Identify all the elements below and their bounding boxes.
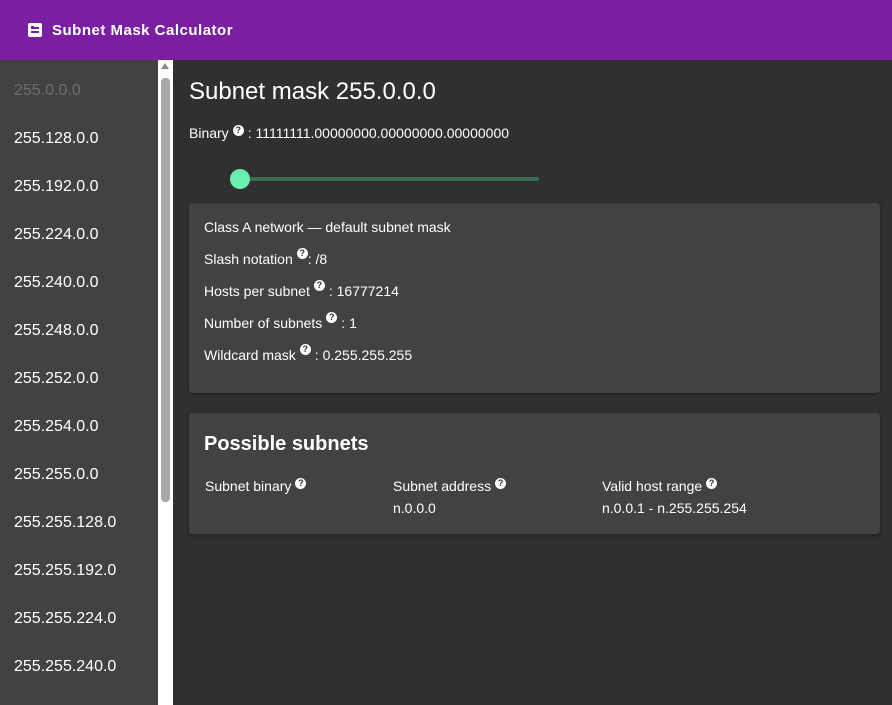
subnets-count-value: : 1 (341, 315, 357, 331)
possible-subnets-card: Possible subnets Subnet binary ? Subnet … (189, 413, 880, 534)
mask-slider[interactable] (230, 169, 539, 189)
subnet-binary-column: Subnet binary ? (205, 477, 310, 500)
wildcard-value: : 0.255.255.255 (314, 347, 413, 363)
sidebar-item-255-128-0-0[interactable]: 255.128.0.0 (0, 108, 158, 156)
slash-label: Slash notation (204, 251, 293, 267)
sidebar-item-255-240-0-0[interactable]: 255.240.0.0 (0, 252, 158, 300)
class-text: Class A network — default subnet mask (204, 219, 451, 235)
main-content: Subnet mask 255.0.0.0 Binary ? : 1111111… (173, 60, 892, 705)
subnet-binary-header: Subnet binary ? (205, 477, 310, 495)
valid-host-range-header-label: Valid host range (602, 478, 703, 494)
sidebar-item-255-255-128-0[interactable]: 255.255.128.0 (0, 492, 158, 540)
calculator-icon (28, 23, 42, 37)
hosts-value: : 16777214 (328, 283, 399, 299)
valid-host-range-header: Valid host range ? (602, 477, 747, 495)
class-row: Class A network — default subnet mask (204, 219, 865, 251)
help-icon[interactable]: ? (296, 248, 308, 259)
binary-value: : 11111111.00000000.00000000.00000000 (247, 125, 510, 141)
help-icon[interactable]: ? (232, 124, 244, 136)
subnet-address-column: Subnet address ? n.0.0.0 (393, 477, 510, 516)
mask-info-card: Class A network — default subnet mask Sl… (189, 203, 880, 393)
page-title: Subnet mask 255.0.0.0 (189, 78, 436, 105)
scrollbar-thumb[interactable] (161, 78, 170, 502)
slider-thumb[interactable] (230, 169, 250, 189)
valid-host-range-column: Valid host range ? n.0.0.1 - n.255.255.2… (602, 477, 747, 516)
subnets-title: Possible subnets (204, 433, 369, 455)
wildcard-label: Wildcard mask (204, 347, 296, 363)
app-title: Subnet Mask Calculator (52, 21, 234, 39)
sidebar-item-255-252-0-0[interactable]: 255.252.0.0 (0, 348, 158, 396)
subnet-binary-header-label: Subnet binary (205, 478, 292, 494)
sidebar-item-255-0-0-0: 255.0.0.0 (14, 82, 81, 99)
subnet-address-header-label: Subnet address (393, 478, 492, 494)
subnet-address-value: n.0.0.0 (393, 500, 436, 516)
slash-value: : /8 (307, 251, 328, 267)
help-icon[interactable]: ? (299, 344, 311, 355)
sidebar-item-255-248-0-0[interactable]: 255.248.0.0 (0, 300, 158, 348)
slider-track[interactable] (238, 177, 539, 181)
help-icon[interactable]: ? (295, 477, 307, 489)
subnets-count-label: Number of subnets (204, 315, 323, 331)
sidebar-item-255-255-240-0[interactable]: 255.255.240.0 (0, 636, 158, 684)
wildcard-row: Wildcard mask ? : 0.255.255.255 (204, 344, 865, 379)
hosts-row: Hosts per subnet ? : 16777214 (204, 280, 865, 315)
subnet-address-header: Subnet address ? (393, 477, 510, 495)
binary-row: Binary ? : 11111111.00000000.00000000.00… (189, 124, 510, 141)
sidebar-item-255-255-192-0[interactable]: 255.255.192.0 (0, 540, 158, 588)
help-icon[interactable]: ? (495, 477, 507, 489)
binary-label: Binary (189, 125, 229, 141)
scroll-up-arrow-icon[interactable] (161, 63, 169, 69)
sidebar: 255.0.0.0 255.128.0.0 255.192.0.0 255.22… (0, 60, 158, 705)
mask-list: 255.0.0.0 255.128.0.0 255.192.0.0 255.22… (0, 60, 158, 684)
subnets-count-row: Number of subnets ? : 1 (204, 312, 865, 347)
hosts-label: Hosts per subnet (204, 283, 310, 299)
sidebar-item-255-255-0-0[interactable]: 255.255.0.0 (0, 444, 158, 492)
sidebar-item-255-192-0-0[interactable]: 255.192.0.0 (0, 156, 158, 204)
sidebar-item-255-255-224-0[interactable]: 255.255.224.0 (0, 588, 158, 636)
sidebar-item-255-224-0-0[interactable]: 255.224.0.0 (0, 204, 158, 252)
app-bar: Subnet Mask Calculator (0, 0, 892, 60)
valid-host-range-value: n.0.0.1 - n.255.255.254 (602, 500, 747, 516)
help-icon[interactable]: ? (326, 312, 338, 323)
sidebar-item-255-254-0-0[interactable]: 255.254.0.0 (0, 396, 158, 444)
help-icon[interactable]: ? (706, 477, 718, 489)
sidebar-scrollbar[interactable] (158, 60, 173, 705)
help-icon[interactable]: ? (313, 280, 325, 291)
slash-row: Slash notation ? : /8 (204, 248, 865, 283)
